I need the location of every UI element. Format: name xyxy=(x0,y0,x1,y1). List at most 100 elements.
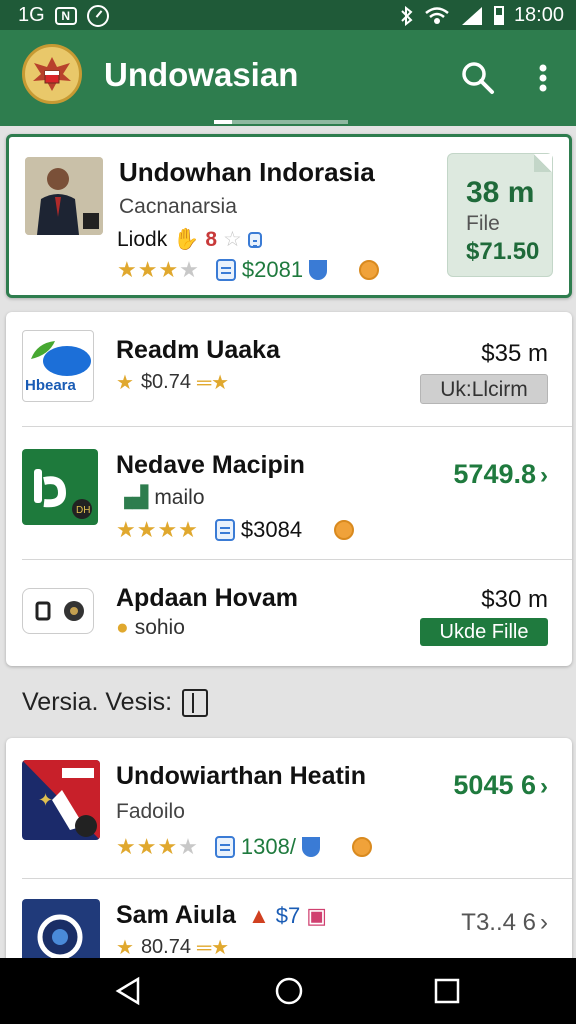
calendar-icon xyxy=(247,231,262,248)
gift-icon: ▣ xyxy=(306,902,328,928)
rating-stars: ★★★★ xyxy=(117,257,200,282)
wifi-icon xyxy=(425,6,449,24)
list-item[interactable]: Hbeara Readm Uaaka ★ $0.74 ═★ $35 m Uk:L… xyxy=(6,312,572,426)
item-meta: ▗▟ mailo xyxy=(116,485,205,510)
badge-icon: 8 xyxy=(205,227,218,251)
sync-icon xyxy=(86,4,109,27)
list-item[interactable]: Apdaan Hovam ● sohio $30 m Ukde Fille xyxy=(6,560,572,666)
file-tile[interactable]: 38 m File $71.50 xyxy=(447,153,553,277)
list-item[interactable]: ✦ Undowiarthan Heatin Fadoilo ★★★★ 1308/… xyxy=(6,738,572,878)
item-price: T3..4 6 › xyxy=(461,909,548,937)
featured-price: $2081 xyxy=(241,257,304,282)
item-action-button[interactable]: Ukde Fille xyxy=(420,618,548,646)
clock: 18:00 xyxy=(513,4,564,26)
item-logo: DH xyxy=(22,449,98,525)
overflow-menu-button[interactable] xyxy=(528,60,558,96)
home-icon xyxy=(275,977,303,1005)
item-price-value: 5045 6 xyxy=(453,770,536,800)
search-button[interactable] xyxy=(460,60,496,96)
svg-text:DH: DH xyxy=(76,505,90,516)
notification-icon: N xyxy=(54,6,77,25)
tab-indicator xyxy=(214,120,348,124)
chevron-right-icon: › xyxy=(540,462,548,489)
more-vert-icon xyxy=(539,64,547,92)
item-meta-text: mailo xyxy=(154,485,205,509)
item-price-value: 5749.8 xyxy=(453,459,536,489)
app-list-card: ✦ Undowiarthan Heatin Fadoilo ★★★★ 1308/… xyxy=(6,738,572,978)
item-subtitle: Fadoilo xyxy=(116,800,185,823)
tag-icon: ═★ xyxy=(197,937,230,959)
android-icon: ▗▟ xyxy=(116,486,149,509)
app-bar: Undowasian xyxy=(0,30,576,126)
item-meta-text: 80.74 xyxy=(140,936,191,958)
tag-icon: ═★ xyxy=(197,372,230,394)
item-meta: ★ $0.74 ═★ xyxy=(116,370,229,395)
chevron-right-icon: › xyxy=(540,773,548,800)
item-meta: ★ 80.74 ═★ xyxy=(116,935,229,960)
recents-button[interactable] xyxy=(432,976,462,1006)
item-action-button[interactable]: Uk:Llcirm xyxy=(420,374,548,404)
featured-subtitle: Cacnanarsia xyxy=(119,195,237,218)
file-price: $71.50 xyxy=(466,238,540,265)
item-price-value: T3..4 6 xyxy=(461,909,536,936)
item-title: Undowiarthan Heatin xyxy=(116,762,367,790)
coin-icon xyxy=(334,520,355,540)
item-price: $30 m xyxy=(481,586,548,613)
hand-icon: ✋ xyxy=(173,227,200,251)
item-meta-text: $0.74 xyxy=(140,371,191,393)
warning-icon: ▲ xyxy=(247,902,270,928)
star-outline-icon: ☆ xyxy=(223,228,242,251)
network-label: 1G xyxy=(18,4,45,26)
featured-rating-row: ★★★★ $2081 xyxy=(117,257,380,283)
file-label: File xyxy=(466,212,500,235)
chevron-right-icon: › xyxy=(540,909,548,936)
back-button[interactable] xyxy=(114,976,144,1006)
item-price-sub: $3084 xyxy=(240,517,303,542)
navigation-bar xyxy=(0,958,576,1024)
item-title-row: Sam Aiula ▲ $7 ▣ xyxy=(116,901,327,930)
item-price-tag: $7 xyxy=(275,902,301,928)
item-meta: ● sohio xyxy=(116,616,185,640)
featured-thumbnail xyxy=(25,157,103,235)
item-rating-row: ★★★★ 1308/ xyxy=(116,834,372,860)
item-price: 5045 6 › xyxy=(453,770,548,801)
app-logo xyxy=(22,44,82,104)
status-right: 18:00 xyxy=(400,4,564,27)
section-header: Versia. Vesis: xyxy=(22,688,209,717)
book-icon[interactable] xyxy=(182,688,209,717)
featured-tag: Liodk xyxy=(117,227,168,251)
recents-icon xyxy=(434,978,460,1004)
item-title: Readm Uaaka xyxy=(116,336,280,364)
item-logo-text: Hbeara xyxy=(25,377,76,394)
item-logo xyxy=(22,588,94,634)
back-icon xyxy=(115,976,140,1006)
list-item[interactable]: DH Nedave Macipin ▗▟ mailo ★★★★ $3084 57… xyxy=(6,427,572,559)
search-icon xyxy=(462,62,494,94)
status-bar: 1G N 18:00 xyxy=(0,0,576,30)
status-left: 1G N xyxy=(18,4,109,27)
svg-text:✦: ✦ xyxy=(38,790,53,810)
featured-card[interactable]: Undowhan Indorasia Cacnanarsia Liodk ✋ 8… xyxy=(6,134,572,298)
shield-icon xyxy=(309,260,328,280)
rating-stars: ★★★★ xyxy=(116,517,199,542)
featured-tag-row: Liodk ✋ 8 ☆ xyxy=(117,227,262,252)
item-title: Nedave Macipin xyxy=(116,451,305,479)
item-price-sub: 1308/ xyxy=(240,834,296,859)
file-size: 38 m xyxy=(466,176,535,209)
rating-stars: ★★★★ xyxy=(116,834,199,859)
coin-icon xyxy=(351,837,372,857)
home-button[interactable] xyxy=(274,976,304,1006)
item-title: Apdaan Hovam xyxy=(116,584,298,612)
featured-title: Undowhan Indorasia xyxy=(119,157,375,187)
section-label: Versia. Vesis: xyxy=(22,688,173,716)
battery-icon xyxy=(493,6,504,25)
item-price: 5749.8 › xyxy=(453,459,548,490)
item-title: Sam Aiula xyxy=(116,901,236,929)
calendar-icon xyxy=(214,836,235,858)
calendar-icon xyxy=(215,259,236,281)
item-rating-row: ★★★★ $3084 xyxy=(116,517,355,543)
app-list-card: Hbeara Readm Uaaka ★ $0.74 ═★ $35 m Uk:L… xyxy=(6,312,572,666)
signal-icon xyxy=(461,6,482,25)
coin-icon xyxy=(359,260,380,280)
item-meta-text: sohio xyxy=(134,616,185,639)
